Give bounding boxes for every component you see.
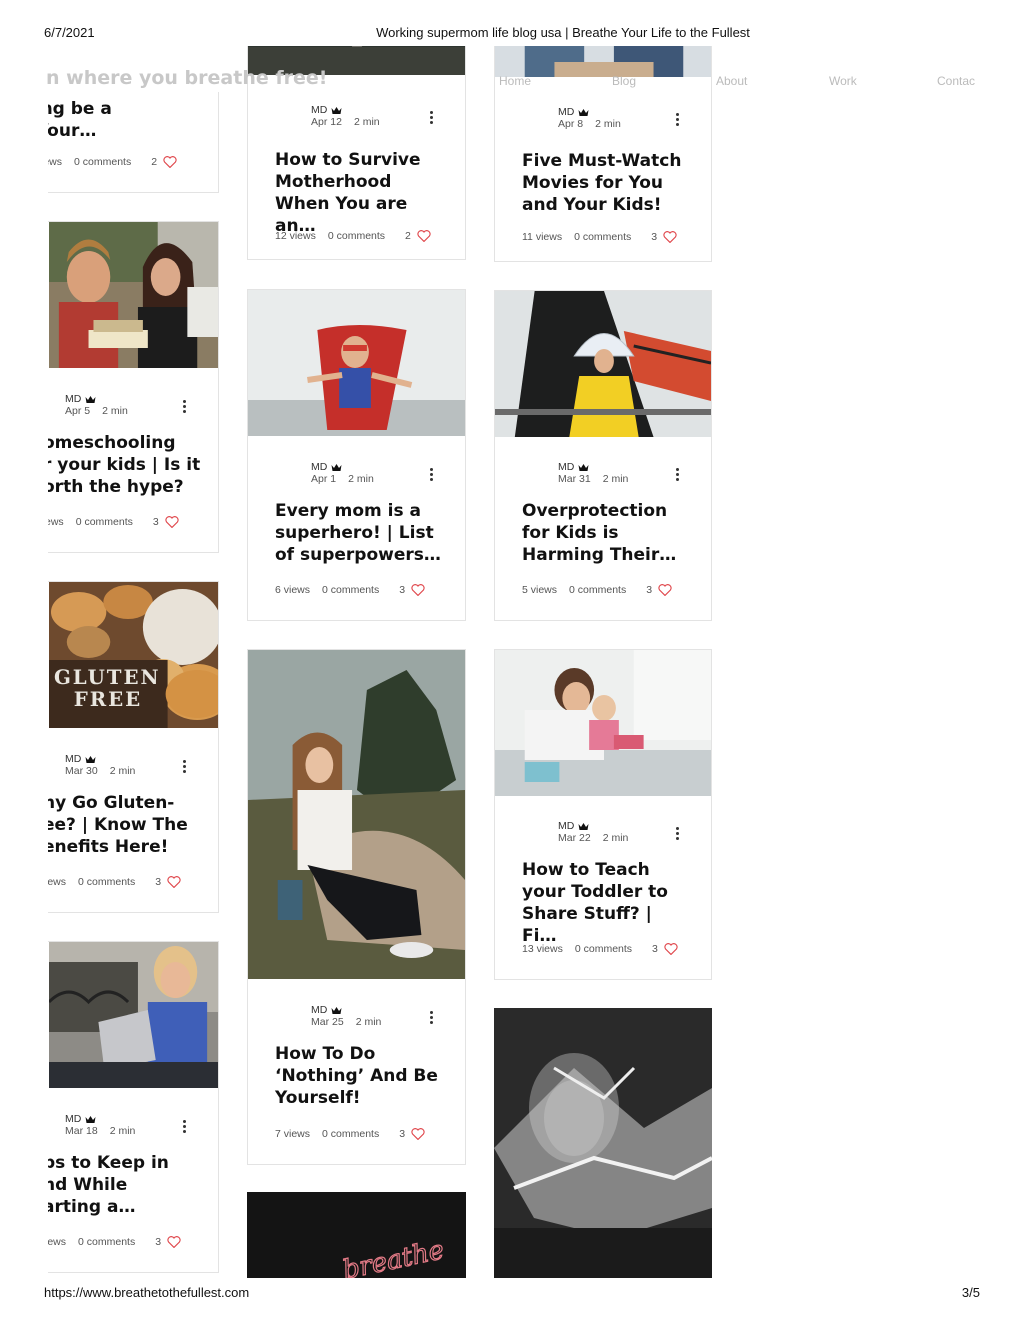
- post-card[interactable]: MD Mar 31 2 min Overprotection for Kids i…: [494, 290, 712, 621]
- post-stats: 12 views 0 comments 2: [275, 230, 431, 242]
- plastic-wrap-photo: [494, 1008, 712, 1278]
- post-meta: MD Mar 25 2 min: [311, 1004, 382, 1028]
- post-meta: MD Mar 22 2 min: [558, 820, 629, 844]
- post-card[interactable]: MD Mar 22 2 min How to Teach your Toddler…: [494, 649, 712, 980]
- heart-icon[interactable]: [165, 516, 179, 528]
- post-title[interactable]: Five Must-Watch Movies for You and Your …: [522, 150, 692, 216]
- post-stats: iews 0 comments 3: [48, 1236, 181, 1248]
- post-stats: 7 views 0 comments 3: [275, 1128, 425, 1140]
- post-meta: MD Mar 31 2 min: [558, 461, 629, 485]
- post-card[interactable]: MD Apr 12 min Every mom is a superhero! …: [247, 289, 466, 621]
- post-title[interactable]: Overprotection for Kids is Harming Their…: [522, 500, 692, 566]
- post-meta: MD Mar 18 2 min: [65, 1113, 136, 1137]
- print-url: https://www.breathetothefullest.com: [44, 1285, 250, 1300]
- post-stats: 6 views 0 comments 3: [275, 584, 425, 596]
- post-card[interactable]: MD Mar 25 2 min How To Do ‘Nothing’ And B…: [247, 649, 466, 1165]
- more-options-icon[interactable]: [670, 825, 684, 843]
- post-stats: 11 views 0 comments 3: [522, 231, 677, 243]
- heart-icon[interactable]: [411, 584, 425, 596]
- crown-icon: [331, 106, 342, 114]
- more-options-icon[interactable]: [670, 111, 684, 129]
- neon-sign-photo: breathe: [247, 1192, 466, 1278]
- more-options-icon[interactable]: [424, 1009, 438, 1027]
- post-image[interactable]: GLUTEN FREE: [49, 582, 218, 728]
- windmill-umbrella-photo: [495, 291, 711, 437]
- nav-work[interactable]: Work: [829, 74, 857, 88]
- crown-icon: [85, 755, 96, 763]
- post-stats: iews 0 comments 2: [48, 156, 177, 168]
- post-title[interactable]: omeschooling r your kids | Is it orth th…: [48, 432, 200, 498]
- heart-icon[interactable]: [664, 943, 678, 955]
- post-image[interactable]: [248, 650, 465, 979]
- free-text: FREE: [74, 687, 142, 711]
- post-title[interactable]: avelling be a rt of Your…: [48, 98, 112, 142]
- nav-home[interactable]: Home: [499, 74, 531, 88]
- mother-toddler-photo: [495, 650, 711, 796]
- post-image[interactable]: [248, 290, 465, 436]
- post-meta: MD Apr 82 min: [558, 106, 621, 130]
- post-card[interactable]: [494, 1008, 712, 1278]
- post-image[interactable]: [495, 46, 711, 77]
- heart-icon[interactable]: [163, 156, 177, 168]
- post-card[interactable]: MD Mar 182 min ps to Keep in nd While ar…: [48, 941, 219, 1273]
- heart-icon[interactable]: [167, 1236, 181, 1248]
- more-options-icon[interactable]: [177, 758, 191, 776]
- print-title: Working supermom life blog usa | Breathe…: [376, 25, 750, 40]
- post-title[interactable]: How To Do ‘Nothing’ And Be Yourself!: [275, 1043, 445, 1109]
- post-image[interactable]: [49, 942, 218, 1088]
- heart-icon[interactable]: [167, 876, 181, 888]
- post-title[interactable]: How to Teach your Toddler to Share Stuff…: [522, 859, 692, 947]
- post-stats: iews 0 comments 3: [48, 876, 181, 888]
- post-image[interactable]: [495, 650, 711, 796]
- heart-icon[interactable]: [658, 584, 672, 596]
- post-meta: MD Apr 12 min: [311, 461, 374, 485]
- crown-icon: [331, 463, 342, 471]
- post-meta: MD Apr 52 min: [65, 393, 128, 417]
- post-image[interactable]: [495, 291, 711, 437]
- more-options-icon[interactable]: [177, 398, 191, 416]
- site-tagline: n where you breathe free!: [46, 67, 328, 89]
- post-card[interactable]: breathe: [247, 1192, 466, 1278]
- family-photo: [495, 46, 711, 77]
- more-options-icon[interactable]: [424, 109, 438, 127]
- post-card[interactable]: GLUTEN FREE MD Mar 302 min hy Go Gluten-…: [48, 581, 219, 913]
- nav-contact[interactable]: Contac: [937, 74, 975, 88]
- more-options-icon[interactable]: [424, 466, 438, 484]
- post-stats: 5 views 0 comments 3: [522, 584, 672, 596]
- more-options-icon[interactable]: [177, 1118, 191, 1136]
- page-viewport: avelling be a rt of Your… iews 0 comment…: [0, 46, 1024, 1278]
- post-image[interactable]: [49, 222, 218, 368]
- post-meta: MD Mar 30 2 min: [65, 753, 136, 777]
- crown-icon: [578, 463, 589, 471]
- heart-icon[interactable]: [663, 231, 677, 243]
- crown-icon: [85, 1115, 96, 1123]
- post-card[interactable]: MD Apr 52 min omeschooling r your kids |…: [48, 221, 219, 553]
- homeschool-photo: [49, 222, 218, 368]
- post-card[interactable]: avelling be a rt of Your… iews 0 comment…: [48, 92, 219, 193]
- print-page-number: 3/5: [961, 1285, 980, 1300]
- post-title[interactable]: Every mom is a superhero! | List of supe…: [275, 500, 445, 566]
- crown-icon: [331, 1006, 342, 1014]
- post-meta: MD Apr 12 2 min: [311, 104, 380, 128]
- crown-icon: [578, 822, 589, 830]
- laptop-woman-photo: [49, 942, 218, 1088]
- woman-on-rock-photo: [248, 650, 465, 979]
- nav-blog[interactable]: Blog: [612, 74, 636, 88]
- heart-icon[interactable]: [417, 230, 431, 242]
- crown-icon: [578, 108, 589, 116]
- post-title[interactable]: How to Survive Motherhood When You are a…: [275, 149, 445, 237]
- heart-icon[interactable]: [411, 1128, 425, 1140]
- gluten-text: GLUTEN: [54, 665, 161, 689]
- left-post-column: avelling be a rt of Your… iews 0 comment…: [48, 92, 228, 1278]
- crown-icon: [85, 395, 96, 403]
- post-stats: 13 views 0 comments 3: [522, 943, 678, 955]
- superhero-photo: [248, 290, 465, 436]
- post-title[interactable]: hy Go Gluten- ee? | Know The enefits Her…: [48, 792, 188, 858]
- post-stats: ews 0 comments 3: [48, 516, 179, 528]
- post-title[interactable]: ps to Keep in nd While arting a…: [48, 1152, 169, 1218]
- gluten-free-photo: GLUTEN FREE: [49, 582, 218, 728]
- more-options-icon[interactable]: [670, 466, 684, 484]
- nav-about[interactable]: About: [716, 74, 747, 88]
